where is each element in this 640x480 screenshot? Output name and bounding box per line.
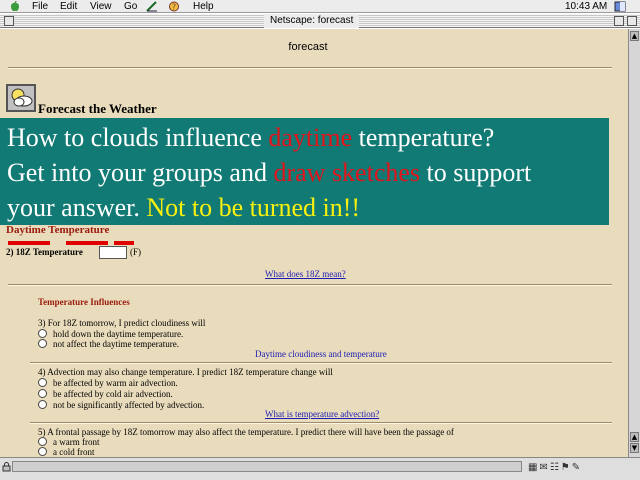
question-4: 4) Advection may also change temperature… <box>38 367 333 377</box>
radio-button[interactable] <box>38 437 47 446</box>
discussion-overlay: How to clouds influence daytime temperat… <box>0 118 609 225</box>
window-title-bar[interactable]: Netscape: forecast <box>0 14 640 28</box>
menu-go[interactable]: Go <box>124 1 137 12</box>
menu-file[interactable]: File <box>32 1 48 12</box>
scroll-up-arrow-icon[interactable]: ▲ <box>630 31 639 41</box>
q4-option-1[interactable]: be affected by warm air advection. <box>38 378 178 389</box>
overlay-line-2: Get into your groups and draw sketches t… <box>7 158 532 187</box>
divider <box>8 284 612 286</box>
divider <box>30 422 612 424</box>
q5-option-2[interactable]: a cold front <box>38 447 94 457</box>
window-title: Netscape: forecast <box>264 14 360 28</box>
clock: 10:43 AM <box>565 1 608 12</box>
link-advection[interactable]: What is temperature advection? <box>265 409 379 419</box>
finder-icon[interactable] <box>614 1 626 12</box>
overlay-line-3: your answer. Not to be turned in!! <box>7 193 361 222</box>
menu-edit[interactable]: Edit <box>60 1 77 12</box>
temperature-unit: (F) <box>130 247 141 257</box>
page-heading: forecast <box>288 41 328 53</box>
temperature-input[interactable] <box>99 246 127 259</box>
apple-icon[interactable] <box>10 1 20 12</box>
menu-help[interactable]: Help <box>193 1 214 12</box>
radio-button[interactable] <box>38 389 47 398</box>
section-title: Forecast the Weather <box>38 101 157 116</box>
netscape-icon[interactable] <box>146 1 158 12</box>
component-bar[interactable]: ▦✉☷⚑✎ <box>528 462 582 474</box>
link-cloudiness[interactable]: Daytime cloudiness and temperature <box>255 349 387 359</box>
radio-button[interactable] <box>38 378 47 387</box>
collapse-box[interactable] <box>627 16 637 26</box>
q4-option-2[interactable]: be affected by cold air advection. <box>38 389 173 400</box>
overlay-line-1: How to clouds influence daytime temperat… <box>7 123 495 152</box>
menu-bar: File Edit View Go ? Help 10:43 AM <box>0 0 640 13</box>
help-icon[interactable]: ? <box>168 1 180 12</box>
highlight-bar <box>114 241 134 245</box>
scroll-down-arrow-icon[interactable]: ▼ <box>630 443 639 453</box>
svg-text:?: ? <box>172 3 176 12</box>
q3-option-2[interactable]: not affect the daytime temperature. <box>38 339 179 350</box>
divider <box>30 362 612 364</box>
status-bar: ▦✉☷⚑✎ <box>0 457 640 480</box>
close-box[interactable] <box>4 16 14 26</box>
security-lock-icon[interactable] <box>2 462 11 472</box>
radio-button[interactable] <box>38 329 47 338</box>
highlight-bar <box>8 241 50 245</box>
scroll-down-arrow-icon[interactable]: ▲ <box>630 432 639 442</box>
cloud-sun-icon <box>6 84 36 112</box>
radio-button[interactable] <box>38 339 47 348</box>
radio-button[interactable] <box>38 447 47 456</box>
temperature-label: 2) 18Z Temperature <box>6 247 83 257</box>
horizontal-scrollbar[interactable] <box>12 461 522 472</box>
menu-view[interactable]: View <box>90 1 112 12</box>
page-content: forecast Forecast the Weather How to clo… <box>0 29 628 457</box>
zoom-box[interactable] <box>614 16 624 26</box>
q4-option-3[interactable]: not be significantly affected by advecti… <box>38 400 204 411</box>
vertical-scrollbar[interactable]: ▲ ▲ ▼ <box>628 29 640 457</box>
radio-button[interactable] <box>38 400 47 409</box>
question-5: 5) A frontal passage by 18Z tomorrow may… <box>38 427 454 437</box>
daytime-heading: Daytime Temperature <box>6 224 110 236</box>
question-3: 3) For 18Z tomorrow, I predict cloudines… <box>38 318 206 328</box>
link-18z[interactable]: What does 18Z mean? <box>265 269 346 279</box>
highlight-bar <box>66 241 108 245</box>
influences-heading: Temperature Influences <box>38 297 130 307</box>
divider <box>8 67 612 69</box>
